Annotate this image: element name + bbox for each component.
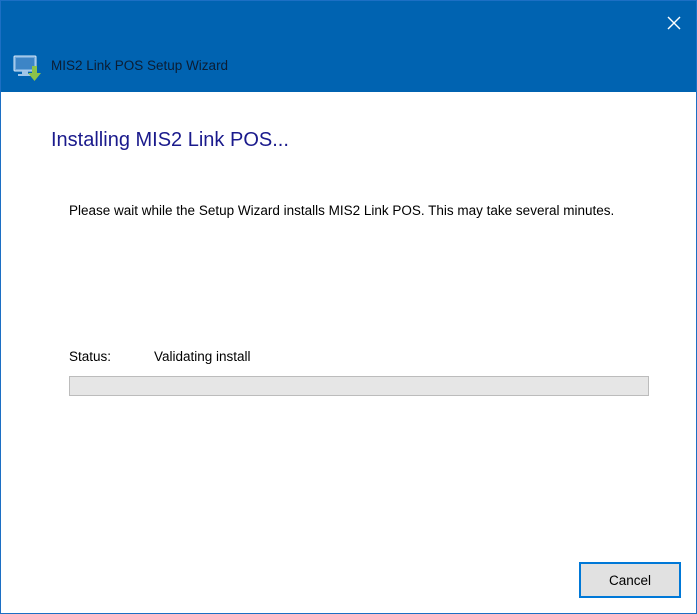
page-heading: Installing MIS2 Link POS... <box>51 129 289 151</box>
close-icon <box>667 16 681 30</box>
close-button[interactable] <box>660 9 688 37</box>
window-title: MIS2 Link POS Setup Wizard <box>51 58 229 73</box>
description-text: Please wait while the Setup Wizard insta… <box>69 203 615 218</box>
wizard-content: Installing MIS2 Link POS... Please wait … <box>1 92 696 613</box>
installer-icon <box>13 55 41 81</box>
setup-wizard-window: MIS2 Link POS Setup Wizard Installing MI… <box>0 0 697 614</box>
title-bar: MIS2 Link POS Setup Wizard <box>1 1 696 92</box>
status-label: Status: <box>69 349 112 364</box>
cancel-button[interactable]: Cancel <box>579 562 681 598</box>
progress-bar <box>69 376 649 396</box>
status-value: Validating install <box>154 349 251 364</box>
